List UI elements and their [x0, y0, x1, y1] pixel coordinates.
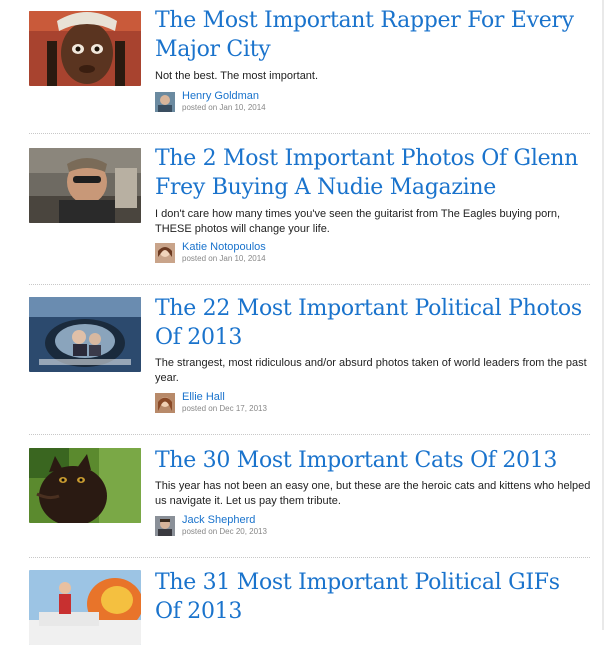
article-description: This year has not been an easy one, but …: [155, 480, 591, 507]
article-title-link[interactable]: The 2 Most Important Photos Of Glenn Fre…: [155, 144, 585, 202]
article-thumbnail[interactable]: [29, 11, 141, 86]
article-thumbnail[interactable]: [29, 148, 141, 223]
author-link[interactable]: Katie Notopoulos: [182, 241, 266, 253]
author-link[interactable]: Jack Shepherd: [182, 514, 255, 526]
article-title-link[interactable]: The Most Important Rapper For Every Majo…: [155, 6, 585, 64]
article-title-link[interactable]: The 31 Most Important Political GIFs Of …: [155, 568, 585, 626]
posted-date: posted on Dec 20, 2013: [182, 527, 267, 536]
article-thumbnail[interactable]: [29, 297, 141, 372]
glenn-frey-photo: [29, 148, 141, 223]
cat-photo: [29, 448, 141, 523]
posted-date: posted on Jan 10, 2014: [182, 254, 266, 263]
article-thumbnail[interactable]: [29, 570, 141, 645]
article-thumbnail[interactable]: [29, 448, 141, 523]
divider: [29, 557, 590, 558]
article-description: I don't care how many times you've seen …: [155, 208, 561, 235]
author-link[interactable]: Henry Goldman: [182, 90, 259, 102]
divider: [29, 284, 590, 285]
divider: [29, 133, 590, 134]
divider: [29, 434, 590, 435]
author-avatar[interactable]: [155, 92, 175, 112]
author-avatar[interactable]: [155, 243, 175, 263]
posted-date: posted on Dec 17, 2013: [182, 404, 267, 413]
article-title-link[interactable]: The 30 Most Important Cats Of 2013: [155, 446, 585, 475]
political-photo: [29, 297, 141, 372]
political-gif-photo: [29, 570, 141, 645]
article-description: Not the best. The most important.: [155, 70, 319, 82]
article-title-link[interactable]: The 22 Most Important Political Photos O…: [155, 294, 585, 352]
posted-date: posted on Jan 10, 2014: [182, 103, 266, 112]
author-link[interactable]: Ellie Hall: [182, 391, 225, 403]
author-avatar[interactable]: [155, 516, 175, 536]
article-description: The strangest, most ridiculous and/or ab…: [155, 357, 587, 384]
author-avatar[interactable]: [155, 393, 175, 413]
rapper-photo: [29, 11, 141, 86]
